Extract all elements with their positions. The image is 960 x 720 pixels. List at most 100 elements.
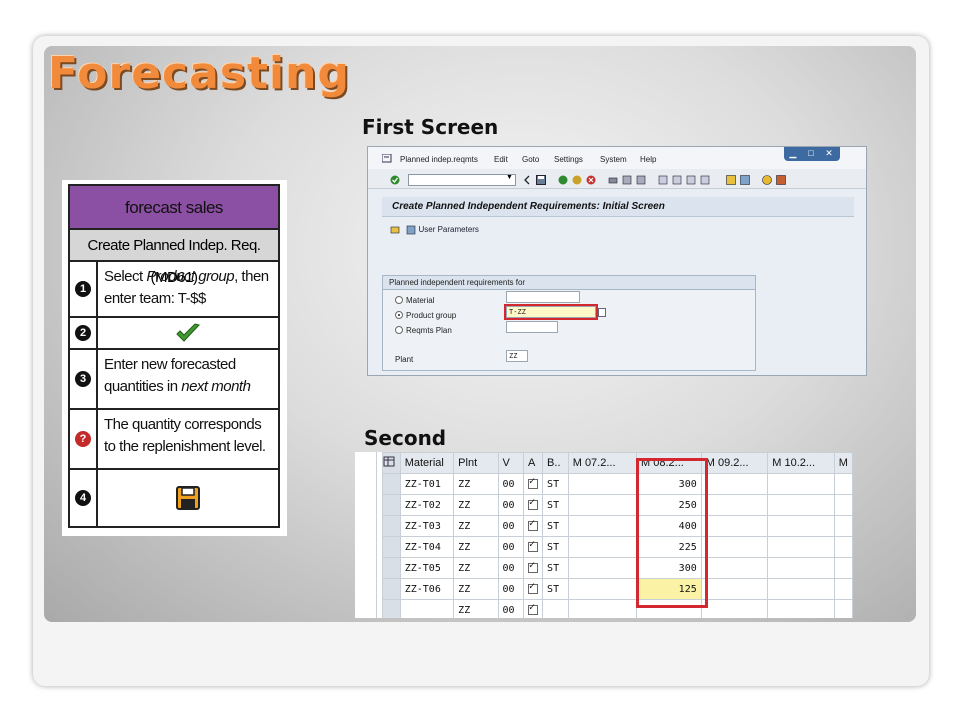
cell-version[interactable]: 00	[497, 515, 525, 537]
active-checkbox[interactable]	[528, 539, 539, 552]
active-checkbox[interactable]	[528, 581, 539, 594]
reqmts-plan-input[interactable]	[506, 321, 558, 333]
active-checkbox[interactable]	[528, 518, 539, 531]
cell-version[interactable]: 00	[497, 473, 525, 495]
header-m07[interactable]: M 07.2...	[567, 452, 638, 474]
menu-item-help[interactable]: Help	[640, 155, 656, 164]
cell-plant[interactable]: ZZ	[453, 536, 499, 558]
header-plant[interactable]: Plnt	[453, 452, 499, 474]
cell-m10[interactable]	[767, 599, 835, 618]
menu-item-edit[interactable]: Edit	[494, 155, 508, 164]
value-help-icon[interactable]	[598, 308, 606, 317]
cell-bun[interactable]: ST	[542, 473, 569, 495]
cell-m-more[interactable]	[833, 473, 853, 495]
find-icon[interactable]	[622, 175, 632, 185]
enter-checkmark-icon[interactable]	[390, 175, 400, 185]
cell-bun[interactable]	[542, 599, 569, 618]
table-row[interactable]: ZZ-T02 ZZ 00 ST 250	[382, 494, 853, 516]
cell-version[interactable]: 00	[497, 494, 525, 516]
cell-version[interactable]: 00	[497, 578, 525, 600]
cell-m09[interactable]	[700, 578, 769, 600]
cell-version[interactable]: 00	[497, 557, 525, 579]
command-dropdown-icon[interactable]: ▼	[506, 174, 513, 181]
cell-m09[interactable]	[700, 599, 769, 618]
cell-m10[interactable]	[767, 494, 835, 516]
cell-m-more[interactable]	[833, 515, 853, 537]
cell-m07[interactable]	[567, 473, 638, 495]
cell-m-more[interactable]	[833, 536, 853, 558]
find-next-icon[interactable]	[636, 175, 646, 185]
active-checkbox[interactable]	[528, 602, 539, 615]
cell-material[interactable]: ZZ-T05	[399, 557, 455, 579]
radio-button[interactable]	[395, 325, 403, 334]
cell-m09[interactable]	[700, 557, 769, 579]
cell-m-more[interactable]	[833, 494, 853, 516]
cell-material[interactable]: ZZ-T06	[399, 578, 455, 600]
close-icon[interactable]: ✕	[822, 148, 836, 159]
cell-m-more[interactable]	[833, 578, 853, 600]
header-m10[interactable]: M 10.2...	[767, 452, 835, 474]
cell-m09[interactable]	[700, 494, 769, 516]
cell-bun[interactable]: ST	[542, 578, 569, 600]
layout-menu-icon[interactable]	[776, 175, 786, 185]
table-row[interactable]: ZZ-T01 ZZ 00 ST 300	[382, 473, 853, 495]
active-checkbox[interactable]	[528, 560, 539, 573]
cell-material[interactable]	[399, 599, 455, 618]
last-page-icon[interactable]	[700, 175, 710, 185]
cell-material[interactable]: ZZ-T04	[399, 536, 455, 558]
cell-plant[interactable]: ZZ	[453, 473, 499, 495]
save-icon[interactable]	[536, 175, 546, 185]
command-field[interactable]	[408, 174, 516, 186]
cancel-icon[interactable]	[586, 175, 596, 185]
cell-bun[interactable]: ST	[542, 494, 569, 516]
radio-product-group[interactable]: Product group	[395, 310, 456, 320]
cell-version[interactable]: 00	[497, 536, 525, 558]
row-selector[interactable]	[382, 599, 401, 618]
maximize-icon[interactable]: □	[804, 148, 818, 159]
cell-active[interactable]	[523, 599, 544, 618]
radio-button[interactable]	[395, 295, 403, 304]
minimize-icon[interactable]: ▁	[786, 148, 800, 159]
cell-bun[interactable]: ST	[542, 515, 569, 537]
cell-version[interactable]: 00	[497, 599, 525, 618]
radio-reqmts-plan[interactable]: Reqmts Plan	[395, 325, 452, 335]
cell-plant[interactable]: ZZ	[453, 494, 499, 516]
table-row[interactable]: ZZ 00	[382, 599, 853, 618]
table-row[interactable]: ZZ-T06 ZZ 00 ST 125	[382, 578, 853, 600]
cell-active[interactable]	[523, 515, 544, 537]
cell-active[interactable]	[523, 536, 544, 558]
cell-material[interactable]: ZZ-T02	[399, 494, 455, 516]
cell-active[interactable]	[523, 557, 544, 579]
cell-active[interactable]	[523, 473, 544, 495]
header-m09[interactable]: M 09.2...	[700, 452, 769, 474]
first-page-icon[interactable]	[658, 175, 668, 185]
menu-icon[interactable]	[382, 154, 392, 163]
row-selector[interactable]	[382, 473, 401, 495]
row-selector[interactable]	[382, 515, 401, 537]
plant-input[interactable]: ZZ	[506, 350, 528, 362]
cell-m-more[interactable]	[833, 599, 853, 618]
header-m-more[interactable]: M	[833, 452, 853, 474]
cell-m07[interactable]	[567, 515, 638, 537]
next-page-icon[interactable]	[686, 175, 696, 185]
table-row[interactable]: ZZ-T05 ZZ 00 ST 300	[382, 557, 853, 579]
menu-item-planned-indep-reqmts[interactable]: Planned indep.reqmts	[400, 155, 478, 164]
cell-active[interactable]	[523, 494, 544, 516]
cell-active[interactable]	[523, 578, 544, 600]
cell-m10[interactable]	[767, 473, 835, 495]
cell-m09[interactable]	[700, 536, 769, 558]
cell-m10[interactable]	[767, 578, 835, 600]
other-object-icon[interactable]	[390, 225, 400, 235]
row-selector[interactable]	[382, 578, 401, 600]
cell-m-more[interactable]	[833, 557, 853, 579]
row-selector[interactable]	[382, 557, 401, 579]
material-input[interactable]	[506, 291, 580, 303]
previous-page-icon[interactable]	[672, 175, 682, 185]
shortcut-icon[interactable]	[740, 175, 750, 185]
active-checkbox[interactable]	[528, 497, 539, 510]
cell-plant[interactable]: ZZ	[453, 578, 499, 600]
row-selector[interactable]	[382, 536, 401, 558]
user-parameters-button[interactable]: User Parameters	[418, 225, 478, 234]
back-arrow-icon[interactable]	[522, 175, 532, 185]
cell-material[interactable]: ZZ-T01	[399, 473, 455, 495]
